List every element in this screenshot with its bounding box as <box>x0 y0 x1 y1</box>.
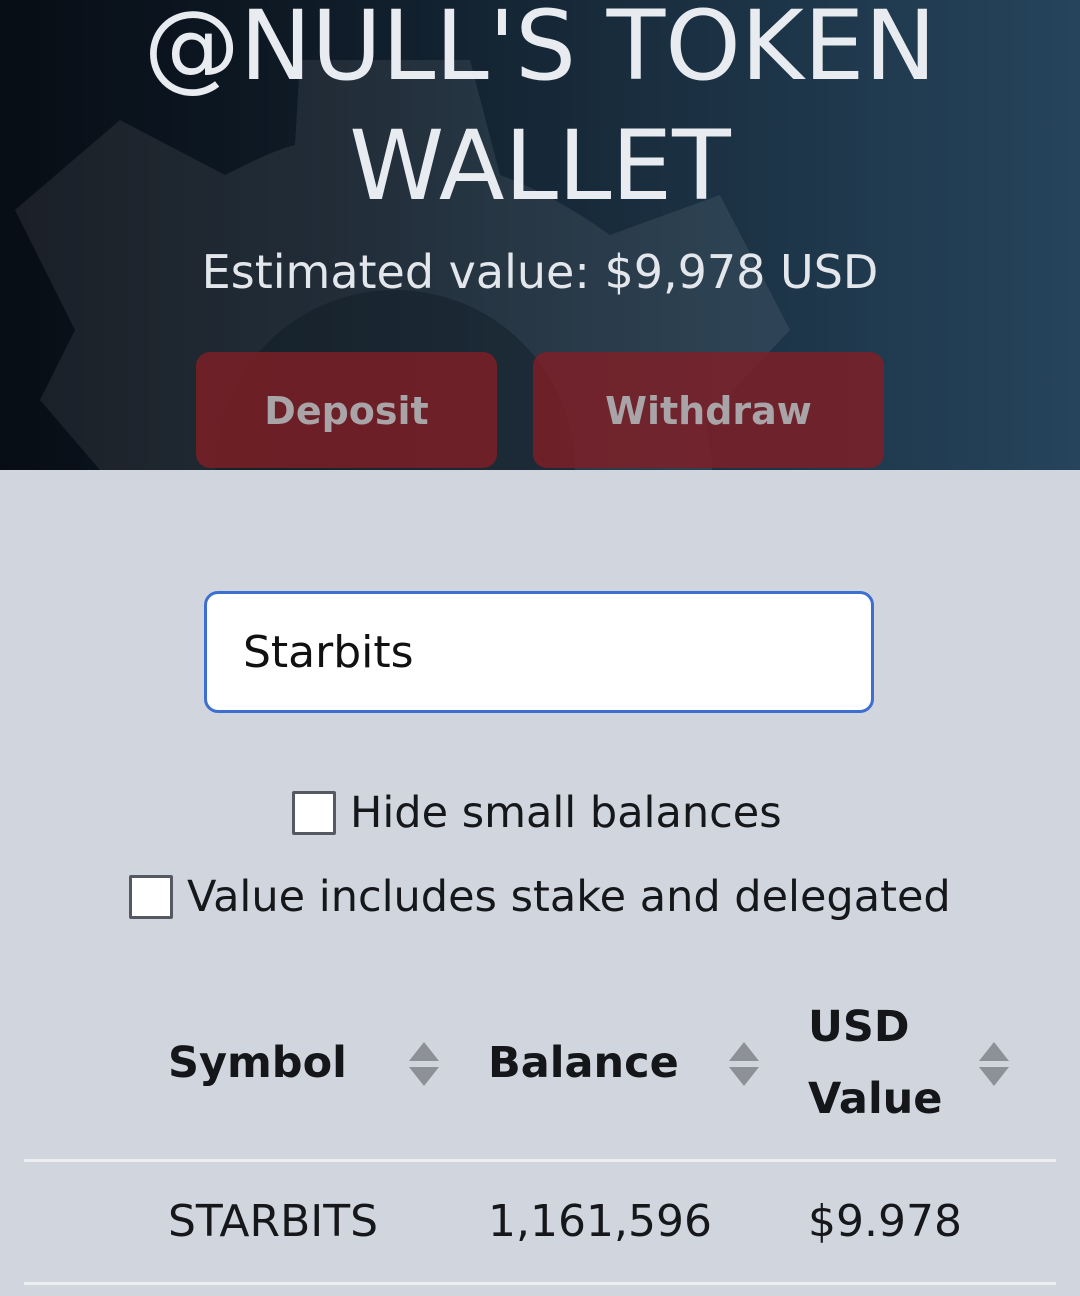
cell-symbol: STARBITS <box>168 1196 379 1247</box>
include-stake-label: Value includes stake and delegated <box>187 872 951 922</box>
wallet-title-line-2: WALLET <box>349 110 731 222</box>
hide-small-balances-checkbox[interactable] <box>292 791 336 835</box>
table-divider <box>24 1159 1056 1162</box>
sort-icon[interactable] <box>408 1040 440 1088</box>
hide-small-balances-label: Hide small balances <box>350 788 782 838</box>
column-header-symbol[interactable]: Symbol <box>168 1027 347 1099</box>
estimated-value: Estimated value: $9,978 USD <box>201 245 879 299</box>
cell-balance: 1,161,596 <box>488 1196 712 1247</box>
cell-usd-value: $9.978 <box>808 1196 962 1247</box>
deposit-button[interactable]: Deposit <box>196 352 497 468</box>
column-header-usd-value[interactable]: USD Value <box>808 991 958 1135</box>
column-header-usd-line-2: Value <box>808 1074 943 1124</box>
token-search-input[interactable] <box>243 594 843 710</box>
sort-icon[interactable] <box>978 1040 1010 1088</box>
wallet-header: @NULL'S TOKEN WALLET Estimated value: $9… <box>0 0 1080 470</box>
sort-icon[interactable] <box>728 1040 760 1088</box>
column-header-usd-line-1: USD <box>808 1002 910 1052</box>
withdraw-button[interactable]: Withdraw <box>533 352 884 468</box>
include-stake-checkbox[interactable] <box>129 875 173 919</box>
wallet-title-line-1: @NULL'S TOKEN <box>143 0 937 102</box>
hide-small-balances-option[interactable]: Hide small balances <box>292 784 782 842</box>
token-search-field[interactable] <box>204 591 874 713</box>
table-divider <box>24 1282 1056 1285</box>
column-header-balance[interactable]: Balance <box>488 1027 679 1099</box>
include-stake-option[interactable]: Value includes stake and delegated <box>129 868 951 926</box>
